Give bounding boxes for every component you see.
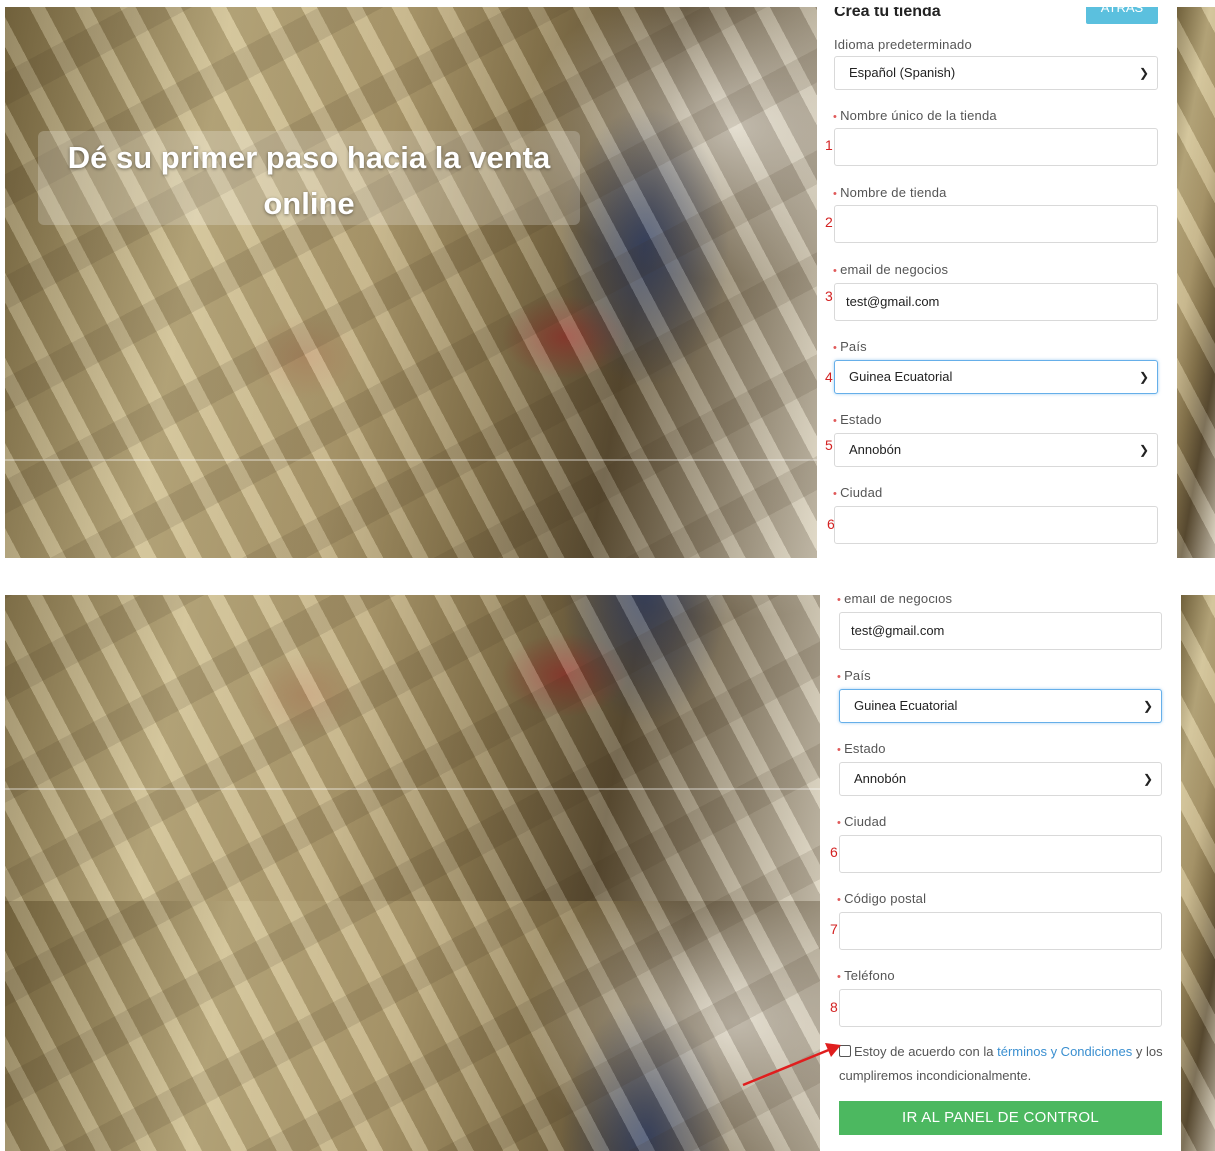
top-screenshot: Dé su primer paso hacia la venta online … [5, 7, 1215, 558]
required-mark: • [837, 595, 842, 606]
chevron-down-icon: ❯ [1138, 66, 1149, 80]
chevron-down-icon: ❯ [1142, 772, 1153, 786]
step-number: 8 [830, 999, 838, 1015]
required-mark: • [837, 817, 842, 829]
required-mark: • [837, 971, 842, 983]
language-label: Idioma predeterminado [834, 37, 972, 52]
required-mark: • [833, 188, 838, 200]
email-input[interactable]: test@gmail.com [839, 612, 1162, 650]
step-number: 3 [825, 288, 833, 304]
back-button[interactable]: ATRÁS [1086, 7, 1158, 24]
email-label: • email de negocios [837, 595, 953, 606]
state-select[interactable]: Annobón ❯ [834, 433, 1158, 467]
store-id-label: • Nombre único de la tienda [833, 108, 997, 123]
bottom-screenshot: • email de negocios test@gmail.com • País … [5, 595, 1215, 1151]
step-number: 7 [830, 921, 838, 937]
phone-input[interactable] [839, 989, 1162, 1027]
country-select[interactable]: Guinea Ecuatorial ❯ [839, 689, 1162, 723]
terms-link[interactable]: términos y Condiciones [997, 1044, 1132, 1059]
required-mark: • [833, 265, 838, 277]
country-label: • País [833, 339, 867, 354]
hero-background-image [5, 595, 820, 1151]
state-select[interactable]: Annobón ❯ [839, 762, 1162, 796]
terms-agreement: Estoy de acuerdo con la términos y Condi… [839, 1044, 1163, 1083]
email-input[interactable]: test@gmail.com [834, 283, 1158, 321]
chevron-down-icon: ❯ [1138, 370, 1149, 384]
step-number: 4 [825, 369, 833, 385]
required-mark: • [833, 342, 838, 354]
required-mark: • [833, 488, 838, 500]
hero-headline: Dé su primer paso hacia la venta online [67, 140, 551, 221]
required-mark: • [833, 111, 838, 123]
chevron-down-icon: ❯ [1142, 699, 1153, 713]
city-input[interactable] [839, 835, 1162, 873]
form-title: Crea tu tienda [834, 7, 941, 20]
step-number: 5 [825, 437, 833, 453]
postal-code-label: • Código postal [837, 891, 927, 906]
store-id-input[interactable] [834, 128, 1158, 166]
step-number: 6 [830, 844, 838, 860]
country-label: • País [837, 668, 871, 683]
step-number: 2 [825, 214, 833, 230]
city-label: • Ciudad [833, 485, 883, 500]
country-select[interactable]: Guinea Ecuatorial ❯ [834, 360, 1158, 394]
red-arrow-icon [742, 1043, 841, 1087]
create-store-form: Crea tu tienda ATRÁS Idioma predetermina… [817, 7, 1177, 558]
city-label: • Ciudad [837, 814, 887, 829]
phone-label: • Teléfono [837, 968, 895, 983]
state-label: • Estado [837, 741, 886, 756]
step-number: 1 [825, 137, 833, 153]
background-image-edge [1177, 7, 1215, 558]
go-to-dashboard-button[interactable]: IR AL PANEL DE CONTROL [839, 1101, 1162, 1135]
create-store-form-continued: • email de negocios test@gmail.com • País … [820, 595, 1181, 1151]
city-input[interactable] [834, 506, 1158, 544]
required-mark: • [837, 894, 842, 906]
store-name-input[interactable] [834, 205, 1158, 243]
required-mark: • [837, 671, 842, 683]
language-select[interactable]: Español (Spanish) ❯ [834, 56, 1158, 90]
email-label: • email de negocios [833, 262, 949, 277]
hero-background-image [5, 7, 817, 558]
store-name-label: • Nombre de tienda [833, 185, 947, 200]
background-image-edge [1181, 595, 1215, 1151]
chevron-down-icon: ❯ [1138, 443, 1149, 457]
state-label: • Estado [833, 412, 882, 427]
required-mark: • [833, 415, 838, 427]
required-mark: • [837, 744, 842, 756]
postal-code-input[interactable] [839, 912, 1162, 950]
